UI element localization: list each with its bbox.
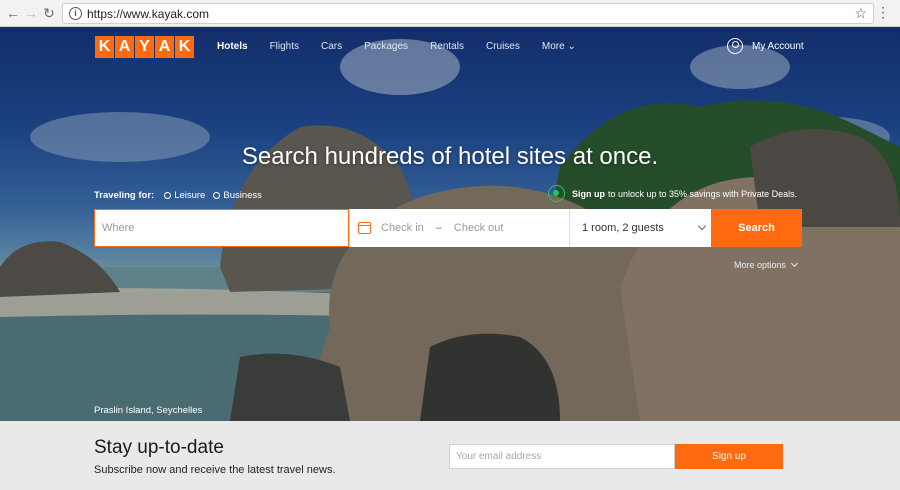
nav-rentals[interactable]: Rentals xyxy=(430,41,464,52)
back-icon[interactable]: ← xyxy=(4,4,22,22)
chevron-down-icon xyxy=(697,221,707,231)
chevron-down-icon: ⌄ xyxy=(567,41,576,52)
logo-letter: K xyxy=(95,36,114,58)
nav-flights[interactable]: Flights xyxy=(270,41,299,52)
radio-business-label: Business xyxy=(223,190,262,201)
promo-signup-link[interactable]: Sign up xyxy=(572,189,605,199)
check-out-field[interactable]: Check out xyxy=(454,222,504,234)
page-title: Search hundreds of hotel sites at once. xyxy=(241,143,659,170)
radio-business[interactable]: Business xyxy=(213,190,262,201)
date-separator: – xyxy=(435,222,442,234)
private-deals-promo[interactable]: Sign up to unlock up to 35% savings with… xyxy=(548,185,797,202)
more-options-link[interactable]: More options xyxy=(734,259,799,270)
traveling-for: Traveling for: Leisure Business xyxy=(94,190,270,201)
account-label: My Account xyxy=(752,40,804,52)
logo-letter: A xyxy=(155,36,174,58)
nav-more-label: More xyxy=(541,41,565,52)
nav-cars[interactable]: Cars xyxy=(321,41,342,52)
browser-toolbar: ← → ↻ i https://www.kayak.com ☆ ⋮ xyxy=(0,0,900,27)
chevron-down-icon xyxy=(790,259,799,268)
calendar-icon xyxy=(358,222,371,234)
address-bar[interactable]: i https://www.kayak.com ☆ xyxy=(62,3,874,24)
promo-text: to unlock up to 35% savings with Private… xyxy=(608,188,798,199)
date-range-picker[interactable]: Check in – Check out xyxy=(349,209,569,247)
more-options-label: More options xyxy=(734,260,787,270)
nav-cruises[interactable]: Cruises xyxy=(486,41,520,52)
guests-select[interactable]: 1 room, 2 guests xyxy=(569,209,711,247)
traveling-for-label: Traveling for: xyxy=(94,190,155,201)
forward-icon[interactable]: → xyxy=(22,4,40,22)
user-icon xyxy=(727,38,743,54)
hero-section: K A Y A K Hotels Flights Cars Packages R… xyxy=(0,27,900,421)
main-nav: Hotels Flights Cars Packages Rentals Cru… xyxy=(217,41,598,52)
radio-icon xyxy=(164,192,172,199)
radio-icon xyxy=(213,192,221,199)
browser-menu-icon[interactable]: ⋮ xyxy=(876,4,890,21)
radio-leisure[interactable]: Leisure xyxy=(164,190,205,201)
info-icon[interactable]: i xyxy=(69,7,82,20)
logo-letter: Y xyxy=(135,36,154,58)
where-input[interactable]: Where xyxy=(94,209,349,247)
signup-button[interactable]: Sign up xyxy=(675,444,783,469)
logo-letter: A xyxy=(115,36,134,58)
newsletter-subtitle: Subscribe now and receive the latest tra… xyxy=(94,464,336,476)
kayak-logo[interactable]: K A Y A K xyxy=(95,36,194,58)
newsletter-title: Stay up-to-date xyxy=(94,437,224,458)
photo-caption: Praslin Island, Seychelles xyxy=(94,405,203,416)
my-account-link[interactable]: My Account xyxy=(727,38,804,54)
bookmark-star-icon[interactable]: ☆ xyxy=(854,5,867,22)
reload-icon[interactable]: ↻ xyxy=(40,4,58,22)
email-input[interactable]: Your email address xyxy=(449,444,675,469)
nav-more[interactable]: More ⌄ xyxy=(542,41,576,52)
url-text[interactable]: https://www.kayak.com xyxy=(87,7,209,21)
nav-hotels[interactable]: Hotels xyxy=(217,41,248,52)
radio-leisure-label: Leisure xyxy=(174,190,206,201)
check-in-field[interactable]: Check in xyxy=(381,222,424,234)
search-button[interactable]: Search xyxy=(711,209,802,247)
hotel-search-form: Where Check in – Check out 1 room, 2 gue… xyxy=(94,209,802,247)
newsletter-section: Stay up-to-date Subscribe now and receiv… xyxy=(0,421,900,490)
logo-letter: K xyxy=(175,36,194,58)
nav-packages[interactable]: Packages xyxy=(364,41,408,52)
private-deals-icon xyxy=(548,185,565,202)
guests-value: 1 room, 2 guests xyxy=(582,222,664,234)
